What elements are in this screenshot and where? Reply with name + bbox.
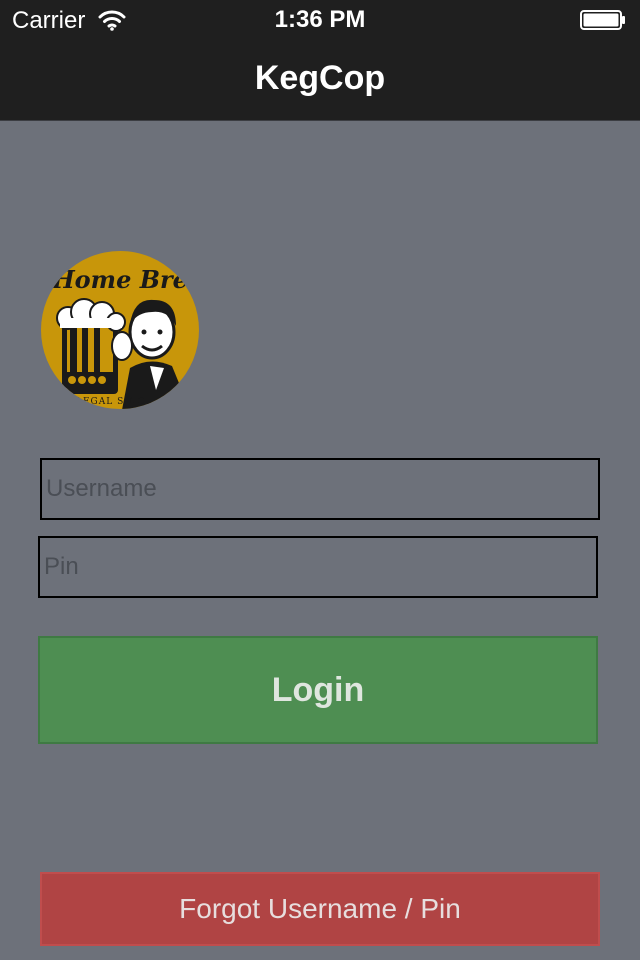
- pin-field[interactable]: [38, 536, 598, 598]
- battery-icon: [580, 10, 625, 30]
- status-bar: Carrier 1:36 PM: [0, 0, 640, 40]
- login-screen: Carrier 1:36 PM KegCop Home Brew LEGAL S…: [0, 0, 640, 960]
- login-button-label: Login: [271, 670, 365, 709]
- svg-text:Home Brew: Home Brew: [51, 265, 200, 294]
- page-title: KegCop: [254, 59, 386, 97]
- login-button[interactable]: Login: [38, 636, 598, 744]
- home-brew-logo: Home Brew LEGAL SINCE 1978: [41, 251, 200, 409]
- username-field[interactable]: [40, 458, 600, 520]
- status-time: 1:36 PM: [274, 6, 366, 33]
- svg-text:LEGAL SINCE 1978: LEGAL SINCE 1978: [76, 397, 184, 407]
- forgot-username-pin-button[interactable]: Forgot Username / Pin: [40, 872, 600, 946]
- navigation-bar: KegCop: [0, 40, 640, 121]
- forgot-button-label: Forgot Username / Pin: [179, 893, 461, 924]
